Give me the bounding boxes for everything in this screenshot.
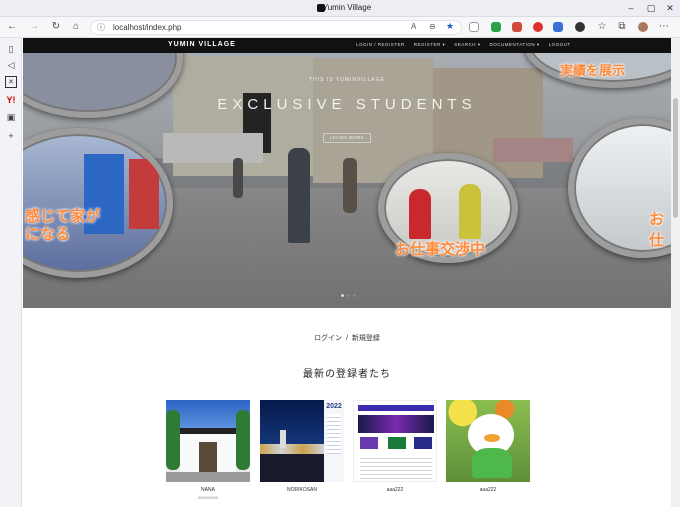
image-city-lights bbox=[260, 444, 324, 454]
sound-icon[interactable]: ◁ bbox=[5, 59, 17, 71]
member-card-image[interactable] bbox=[446, 400, 530, 482]
extension-blue-icon[interactable] bbox=[553, 22, 563, 32]
bubble-text-center: お仕事交渉中 bbox=[395, 241, 486, 258]
add-icon[interactable]: + bbox=[5, 130, 17, 142]
nav-documentation[interactable]: DOCUMENTATION ▾ bbox=[490, 42, 540, 48]
carousel-dot-1[interactable] bbox=[341, 294, 344, 297]
bubble-text-left: 感じて家が になる bbox=[25, 208, 101, 243]
member-card[interactable]: aaa222 bbox=[353, 400, 437, 493]
collections-icon[interactable]: ⧉ bbox=[616, 21, 628, 33]
zoom-icon[interactable]: ⊖ bbox=[429, 22, 436, 31]
member-card-image[interactable]: 2022 bbox=[260, 400, 344, 482]
close-tab-icon[interactable]: ✕ bbox=[5, 76, 17, 88]
extension-red-icon[interactable] bbox=[512, 22, 522, 32]
address-bar[interactable]: ⓘ localhost/index.php A ⊖ ★ bbox=[90, 20, 462, 35]
read-aloud-icon[interactable]: A bbox=[411, 22, 416, 31]
hero-subtitle: THIS IS YUMINVILLAGE bbox=[309, 77, 385, 83]
site-brand[interactable]: YUMIN VILLAGE bbox=[168, 41, 236, 48]
nav-logout[interactable]: LOGOUT bbox=[549, 42, 571, 48]
nav-search[interactable]: SEARCH ▾ bbox=[454, 42, 480, 48]
member-card-image[interactable] bbox=[353, 400, 437, 482]
image-text-lines bbox=[360, 455, 432, 479]
close-icon[interactable]: ✕ bbox=[664, 2, 676, 14]
site-nav: LOGIN / REGISTER REGISTER ▾ SEARCH ▾ DOC… bbox=[356, 42, 571, 48]
carousel-indicators bbox=[341, 294, 356, 297]
bubble-character-red bbox=[409, 189, 431, 239]
hero-title: EXCLUSIVE STUDENTS bbox=[217, 96, 477, 113]
site-navbar: YUMIN VILLAGE LOGIN / REGISTER REGISTER … bbox=[23, 38, 671, 53]
member-card-name: NANA bbox=[201, 487, 215, 493]
image-mascot-body bbox=[472, 448, 512, 478]
auth-links: ログイン / 新規登録 bbox=[23, 333, 671, 343]
latest-members-title: 最新の登録者たち bbox=[303, 369, 391, 380]
image-banner bbox=[358, 415, 434, 433]
image-thumb-2 bbox=[388, 437, 406, 449]
image-gate bbox=[199, 442, 217, 472]
bubble-building-red bbox=[129, 159, 159, 229]
hero-learn-more-button[interactable]: LEARN MORE bbox=[323, 133, 371, 143]
back-icon[interactable]: ← bbox=[6, 21, 18, 33]
poster-year: 2022 bbox=[326, 403, 342, 410]
minimize-icon[interactable]: – bbox=[625, 2, 637, 14]
browser-toolbar: ← → ↻ ⌂ ⓘ localhost/index.php A ⊖ ★ ☆ ⧉ … bbox=[0, 17, 680, 38]
register-link[interactable]: 新規登録 bbox=[352, 335, 380, 342]
profile-avatar-icon[interactable] bbox=[638, 22, 648, 32]
member-card-name: aaa222 bbox=[386, 487, 404, 493]
login-link[interactable]: ログイン bbox=[314, 335, 342, 342]
image-thumb-3 bbox=[414, 437, 432, 449]
address-url[interactable]: localhost/index.php bbox=[113, 23, 182, 32]
image-tower bbox=[280, 430, 286, 448]
bubble-character-yellow bbox=[459, 184, 481, 239]
favorite-star-icon[interactable]: ★ bbox=[446, 21, 454, 32]
scrollbar-thumb[interactable] bbox=[673, 98, 678, 218]
folder-icon[interactable]: ▣ bbox=[5, 111, 17, 123]
image-road bbox=[166, 472, 250, 482]
nav-register[interactable]: REGISTER ▾ bbox=[414, 42, 446, 48]
poster-text-block bbox=[327, 414, 341, 454]
reload-icon[interactable]: ↻ bbox=[50, 21, 62, 33]
extension-green-icon[interactable] bbox=[491, 22, 501, 32]
favorites-icon[interactable]: ☆ bbox=[596, 21, 608, 33]
member-card[interactable]: 2022 NORIKOSAN bbox=[260, 400, 344, 493]
maximize-icon[interactable]: ▢ bbox=[645, 2, 657, 14]
window-title: Yumin Village bbox=[322, 3, 372, 12]
info-icon[interactable]: ⓘ bbox=[97, 22, 105, 33]
hero-carousel: 実績を展示 感じて家が になる お仕事交渉中 お仕 THIS IS YUMINV… bbox=[23, 38, 671, 308]
member-card-name: NORIKOSAN bbox=[286, 487, 317, 493]
image-mascot-beak bbox=[484, 434, 500, 442]
more-menu-icon[interactable]: ⋯ bbox=[658, 21, 670, 33]
nav-login-register[interactable]: LOGIN / REGISTER bbox=[356, 42, 405, 48]
member-card-name: aaa222 bbox=[479, 487, 497, 493]
yahoo-icon[interactable]: Y! bbox=[5, 94, 17, 106]
image-tree-left bbox=[166, 410, 180, 470]
member-card-image[interactable] bbox=[166, 400, 250, 482]
extension-adblock-icon[interactable] bbox=[533, 22, 543, 32]
member-card[interactable]: aaa222 bbox=[446, 400, 530, 493]
window-titlebar: Yumin Village – ▢ ✕ bbox=[0, 0, 680, 17]
page-scrollbar[interactable] bbox=[671, 38, 680, 507]
member-card[interactable]: NANA 2020/00/00 bbox=[166, 400, 250, 500]
extension-github-icon[interactable] bbox=[575, 22, 585, 32]
image-poster: 2022 bbox=[324, 400, 344, 482]
auth-separator: / bbox=[346, 335, 348, 342]
page-viewport: 実績を展示 感じて家が になる お仕事交渉中 お仕 THIS IS YUMINV… bbox=[23, 38, 671, 507]
member-card-sub: 2020/00/00 bbox=[197, 495, 219, 500]
carousel-dot-2[interactable] bbox=[347, 294, 350, 297]
extension-shield-icon[interactable] bbox=[469, 22, 479, 32]
tab-actions-icon[interactable]: ▯ bbox=[5, 43, 17, 55]
bubble-text-right: お仕 bbox=[649, 211, 665, 249]
browser-sidebar: ▯ ◁ ✕ Y! ▣ + bbox=[0, 38, 22, 507]
image-header-bar bbox=[358, 405, 434, 411]
home-icon[interactable]: ⌂ bbox=[70, 21, 82, 33]
image-tree-right bbox=[236, 410, 250, 470]
image-thumb-1 bbox=[360, 437, 378, 449]
forward-icon[interactable]: → bbox=[28, 21, 40, 33]
carousel-dot-3[interactable] bbox=[353, 294, 356, 297]
